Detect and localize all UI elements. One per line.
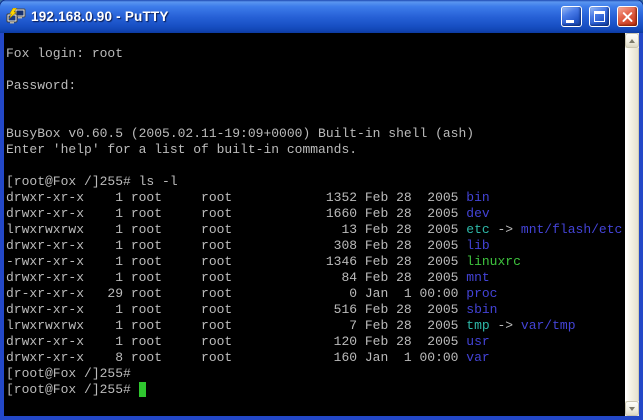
terminal-text-segment: drwxr-xr-x 1 root root 1352 Feb 28 2005 [6,190,466,205]
terminal-line [6,94,625,110]
maximize-button[interactable] [589,6,610,27]
scroll-down-button[interactable] [625,401,639,416]
putty-app-icon[interactable] [6,8,26,25]
terminal-line: lrwxrwxrwx 1 root root 13 Feb 28 2005 et… [6,222,625,238]
terminal-line: drwxr-xr-x 1 root root 516 Feb 28 2005 s… [6,302,625,318]
titlebar[interactable]: 192.168.0.90 - PuTTY [0,0,643,33]
putty-window: 192.168.0.90 - PuTTY Fox login: root Pass… [0,0,643,420]
terminal-text-segment: var/tmp [521,318,576,333]
terminal-line: Fox login: root [6,46,625,62]
terminal-text-segment: bin [466,190,489,205]
terminal-text-segment: drwxr-xr-x 1 root root 516 Feb 28 2005 [6,302,466,317]
terminal-text-segment: [root@Fox /]255# [6,366,131,381]
terminal-text-segment: lrwxrwxrwx 1 root root 13 Feb 28 2005 [6,222,466,237]
terminal-text-segment: Fox login: root [6,46,123,61]
terminal-text-segment: dev [466,206,489,221]
terminal-line: drwxr-xr-x 1 root root 1660 Feb 28 2005 … [6,206,625,222]
terminal-text-segment: BusyBox v0.60.5 (2005.02.11-19:09+0000) … [6,126,474,141]
scrollbar[interactable] [625,33,639,416]
terminal-line: dr-xr-xr-x 29 root root 0 Jan 1 00:00 pr… [6,286,625,302]
maximize-icon [594,11,605,22]
terminal-text-segment: linuxrc [466,254,521,269]
terminal-text-segment: usr [466,334,489,349]
window-title: 192.168.0.90 - PuTTY [31,9,554,24]
terminal-text-segment: -> [490,222,521,237]
terminal-text-segment: drwxr-xr-x 1 root root 308 Feb 28 2005 [6,238,466,253]
terminal-line: [root@Fox /]255# [6,366,625,382]
terminal-text-segment: lrwxrwxrwx 1 root root 7 Feb 28 2005 [6,318,466,333]
terminal-text-segment: drwxr-xr-x 8 root root 160 Jan 1 00:00 [6,350,466,365]
terminal-line: [root@Fox /]255# [6,382,625,398]
terminal-line: -rwxr-xr-x 1 root root 1346 Feb 28 2005 … [6,254,625,270]
terminal-line [6,62,625,78]
terminal-line: Password: [6,78,625,94]
terminal-screen[interactable]: Fox login: root Password: BusyBox v0.60.5 … [4,33,625,416]
terminal-line: drwxr-xr-x 1 root root 308 Feb 28 2005 l… [6,238,625,254]
terminal-text-segment: drwxr-xr-x 1 root root 1660 Feb 28 2005 [6,206,466,221]
terminal-line: drwxr-xr-x 1 root root 120 Feb 28 2005 u… [6,334,625,350]
terminal-text-segment: drwxr-xr-x 1 root root 84 Feb 28 2005 [6,270,466,285]
window-body: Fox login: root Password: BusyBox v0.60.5 … [0,33,643,420]
terminal-text-segment: etc [466,222,489,237]
terminal-text-segment: -rwxr-xr-x 1 root root 1346 Feb 28 2005 [6,254,466,269]
terminal-text-segment: proc [466,286,497,301]
terminal-text-segment: dr-xr-xr-x 29 root root 0 Jan 1 00:00 [6,286,466,301]
terminal-text-segment: Enter 'help' for a list of built-in comm… [6,142,357,157]
terminal-text-segment: [root@Fox /]255# [6,382,139,397]
terminal-line: drwxr-xr-x 8 root root 160 Jan 1 00:00 v… [6,350,625,366]
terminal-line [6,158,625,174]
terminal-text-segment: [root@Fox /]255# ls -l [6,174,178,189]
terminal-text-segment: -> [490,318,521,333]
terminal-text-segment: tmp [466,318,489,333]
terminal-line: Enter 'help' for a list of built-in comm… [6,142,625,158]
terminal-line: [root@Fox /]255# ls -l [6,174,625,190]
minimize-button[interactable] [561,6,582,27]
terminal-text-segment: mnt/flash/etc [521,222,622,237]
terminal-line: drwxr-xr-x 1 root root 84 Feb 28 2005 mn… [6,270,625,286]
terminal-text-segment: lib [466,238,489,253]
scroll-up-icon [629,39,635,43]
terminal-line: drwxr-xr-x 1 root root 1352 Feb 28 2005 … [6,190,625,206]
terminal-line [6,110,625,126]
minimize-icon [566,20,574,23]
terminal-text-segment: sbin [466,302,497,317]
terminal-lines: Fox login: root Password: BusyBox v0.60.5 … [6,46,625,398]
terminal-text-segment: mnt [466,270,489,285]
terminal-line: BusyBox v0.60.5 (2005.02.11-19:09+0000) … [6,126,625,142]
terminal-text-segment: drwxr-xr-x 1 root root 120 Feb 28 2005 [6,334,466,349]
terminal-text-segment: var [466,350,489,365]
scroll-up-button[interactable] [625,33,639,48]
scrollbar-thumb[interactable] [625,48,639,401]
close-button[interactable] [617,6,638,27]
scroll-down-icon [629,407,635,411]
terminal-cursor [139,382,147,397]
terminal-line: lrwxrwxrwx 1 root root 7 Feb 28 2005 tmp… [6,318,625,334]
terminal-text-segment: Password: [6,78,76,93]
